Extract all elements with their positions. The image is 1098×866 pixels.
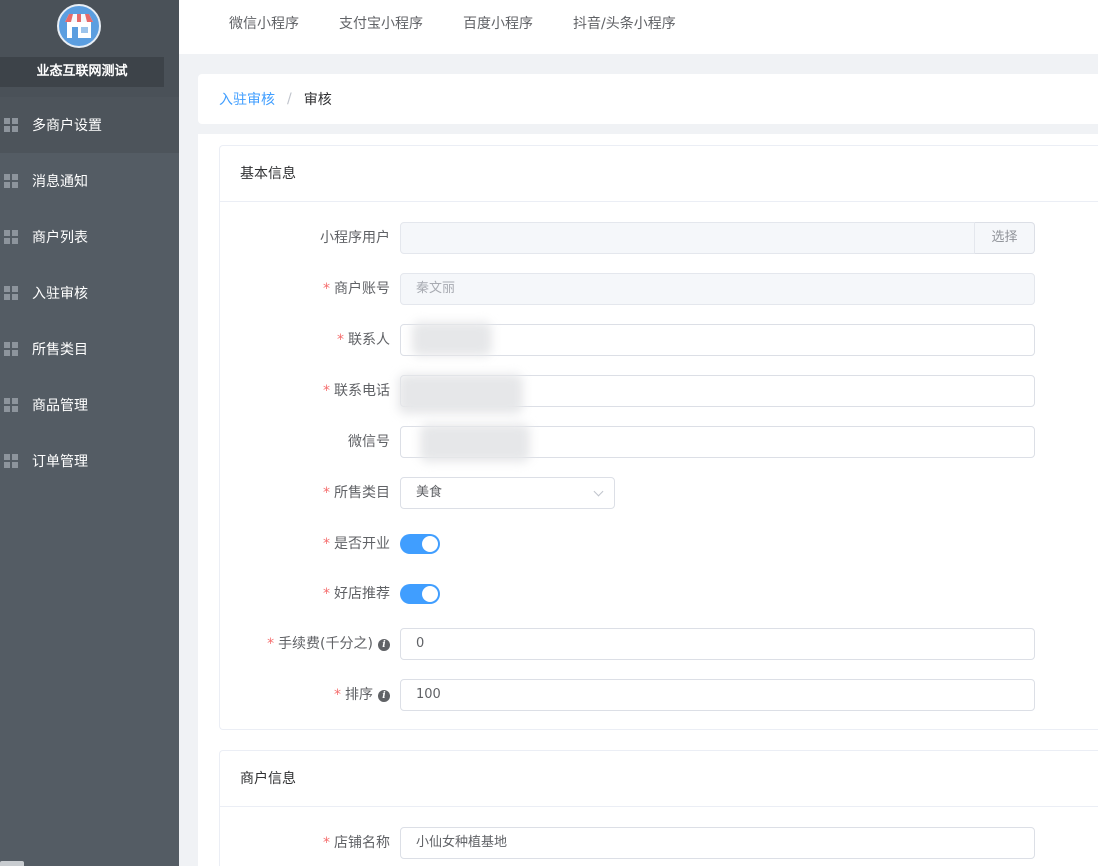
recommend-switch[interactable] bbox=[400, 584, 440, 604]
category-label: * 所售类目 bbox=[323, 485, 390, 501]
form-row-phone: * 联系电话 bbox=[220, 375, 1098, 407]
sidebar: 业态互联网测试 多商户设置 消息通知 商户列表 入驻审核 所售类目 商品管理 订… bbox=[0, 0, 179, 866]
contact-label: * 联系人 bbox=[337, 332, 390, 348]
is-open-label: * 是否开业 bbox=[323, 536, 390, 552]
grid-icon bbox=[4, 286, 18, 300]
platform-tabs: 微信小程序 支付宝小程序 百度小程序 抖音/头条小程序 bbox=[179, 0, 1098, 54]
grid-icon bbox=[4, 118, 18, 132]
required-mark: * bbox=[334, 687, 341, 703]
form-row-account: * 商户账号 秦文丽 bbox=[220, 273, 1098, 305]
grid-icon bbox=[4, 342, 18, 356]
chevron-down-icon bbox=[593, 486, 604, 497]
required-mark: * bbox=[323, 485, 330, 501]
phone-label: * 联系电话 bbox=[323, 383, 390, 399]
contact-input[interactable] bbox=[400, 324, 1035, 356]
fee-input[interactable]: 0 bbox=[400, 628, 1035, 660]
brand: 业态互联网测试 bbox=[0, 0, 179, 97]
sidebar-scrollbar[interactable] bbox=[0, 861, 24, 866]
sidebar-item-label: 商品管理 bbox=[32, 398, 88, 414]
required-mark: * bbox=[323, 586, 330, 602]
grid-icon bbox=[4, 174, 18, 188]
breadcrumb: 入驻审核 / 审核 bbox=[198, 74, 1098, 124]
sidebar-item-orders[interactable]: 订单管理 bbox=[0, 433, 179, 489]
sidebar-item-label: 商户列表 bbox=[32, 230, 88, 246]
basic-info-title: 基本信息 bbox=[220, 146, 1098, 202]
form-row-fee: * 手续费(千分之) i 0 bbox=[220, 628, 1098, 660]
is-open-switch[interactable] bbox=[400, 534, 440, 554]
breadcrumb-current: 审核 bbox=[303, 92, 332, 108]
sidebar-item-label: 消息通知 bbox=[32, 174, 88, 190]
basic-info-card: 基本信息 小程序用户 选择 * 商户账号 秦文丽 * 联系人 * 联系电话 微信号 bbox=[219, 145, 1098, 730]
breadcrumb-parent[interactable]: 入驻审核 bbox=[219, 89, 275, 109]
breadcrumb-separator: / bbox=[287, 91, 292, 107]
required-mark: * bbox=[267, 636, 275, 652]
required-mark: * bbox=[337, 332, 344, 348]
grid-icon bbox=[4, 454, 18, 468]
redaction-blur bbox=[420, 424, 530, 462]
brand-name: 业态互联网测试 bbox=[0, 57, 164, 87]
mini-user-label: 小程序用户 bbox=[320, 230, 390, 246]
shop-name-label: * 店铺名称 bbox=[323, 835, 390, 851]
required-mark: * bbox=[323, 281, 330, 297]
mini-user-input[interactable] bbox=[400, 222, 975, 254]
grid-icon bbox=[4, 230, 18, 244]
shop-name-input[interactable]: 小仙女种植基地 bbox=[400, 827, 1035, 859]
sidebar-item-label: 所售类目 bbox=[32, 342, 88, 358]
sidebar-item-products[interactable]: 商品管理 bbox=[0, 377, 179, 433]
form-row-recommend: * 好店推荐 bbox=[220, 578, 1098, 610]
merchant-info-card: 商户信息 * 店铺名称 小仙女种植基地 bbox=[219, 750, 1098, 866]
sidebar-item-label: 入驻审核 bbox=[32, 286, 88, 302]
form-row-sort: * 排序 i 100 bbox=[220, 679, 1098, 711]
info-icon[interactable]: i bbox=[378, 639, 390, 651]
required-mark: * bbox=[323, 536, 330, 552]
form-row-is-open: * 是否开业 bbox=[220, 528, 1098, 560]
sidebar-item-label: 多商户设置 bbox=[32, 118, 102, 134]
switch-knob bbox=[422, 536, 438, 552]
main-content: 基本信息 小程序用户 选择 * 商户账号 秦文丽 * 联系人 * 联系电话 微信号 bbox=[198, 134, 1098, 866]
fee-label: * 手续费(千分之) i bbox=[220, 628, 390, 660]
tab-douyin[interactable]: 抖音/头条小程序 bbox=[573, 0, 676, 48]
redaction-blur bbox=[412, 322, 492, 356]
sidebar-item-merchant-settings[interactable]: 多商户设置 bbox=[0, 97, 179, 153]
tab-wechat[interactable]: 微信小程序 bbox=[229, 0, 299, 48]
sidebar-menu: 多商户设置 消息通知 商户列表 入驻审核 所售类目 商品管理 订单管理 bbox=[0, 97, 179, 489]
wechat-label: 微信号 bbox=[348, 434, 390, 450]
recommend-label: * 好店推荐 bbox=[323, 586, 390, 602]
sidebar-item-merchant-list[interactable]: 商户列表 bbox=[0, 209, 179, 265]
mini-user-input-group: 选择 bbox=[400, 222, 1035, 254]
category-select[interactable]: 美食 bbox=[400, 477, 615, 509]
account-label: * 商户账号 bbox=[323, 281, 390, 297]
sidebar-item-onboarding-review[interactable]: 入驻审核 bbox=[0, 265, 179, 321]
sort-input[interactable]: 100 bbox=[400, 679, 1035, 711]
required-mark: * bbox=[323, 835, 330, 851]
switch-knob bbox=[422, 586, 438, 602]
sidebar-item-categories[interactable]: 所售类目 bbox=[0, 321, 179, 377]
merchant-info-title: 商户信息 bbox=[220, 751, 1098, 807]
category-selected-value: 美食 bbox=[416, 485, 443, 500]
grid-icon bbox=[4, 398, 18, 412]
required-mark: * bbox=[323, 383, 330, 399]
info-icon[interactable]: i bbox=[378, 690, 390, 702]
redaction-blur bbox=[398, 374, 523, 414]
account-input[interactable]: 秦文丽 bbox=[400, 273, 1035, 305]
form-row-category: * 所售类目 美食 bbox=[220, 477, 1098, 509]
form-row-shop-name: * 店铺名称 小仙女种植基地 bbox=[220, 827, 1098, 859]
sidebar-item-label: 订单管理 bbox=[32, 454, 88, 470]
form-row-wechat: 微信号 bbox=[220, 426, 1098, 458]
form-row-contact: * 联系人 bbox=[220, 324, 1098, 356]
tab-alipay[interactable]: 支付宝小程序 bbox=[339, 0, 423, 48]
store-logo-icon bbox=[57, 4, 101, 48]
sort-label: * 排序 i bbox=[220, 679, 390, 711]
sidebar-item-notifications[interactable]: 消息通知 bbox=[0, 153, 179, 209]
tab-baidu[interactable]: 百度小程序 bbox=[463, 0, 533, 48]
form-row-mini-user: 小程序用户 选择 bbox=[220, 222, 1098, 254]
select-user-button[interactable]: 选择 bbox=[975, 222, 1035, 254]
